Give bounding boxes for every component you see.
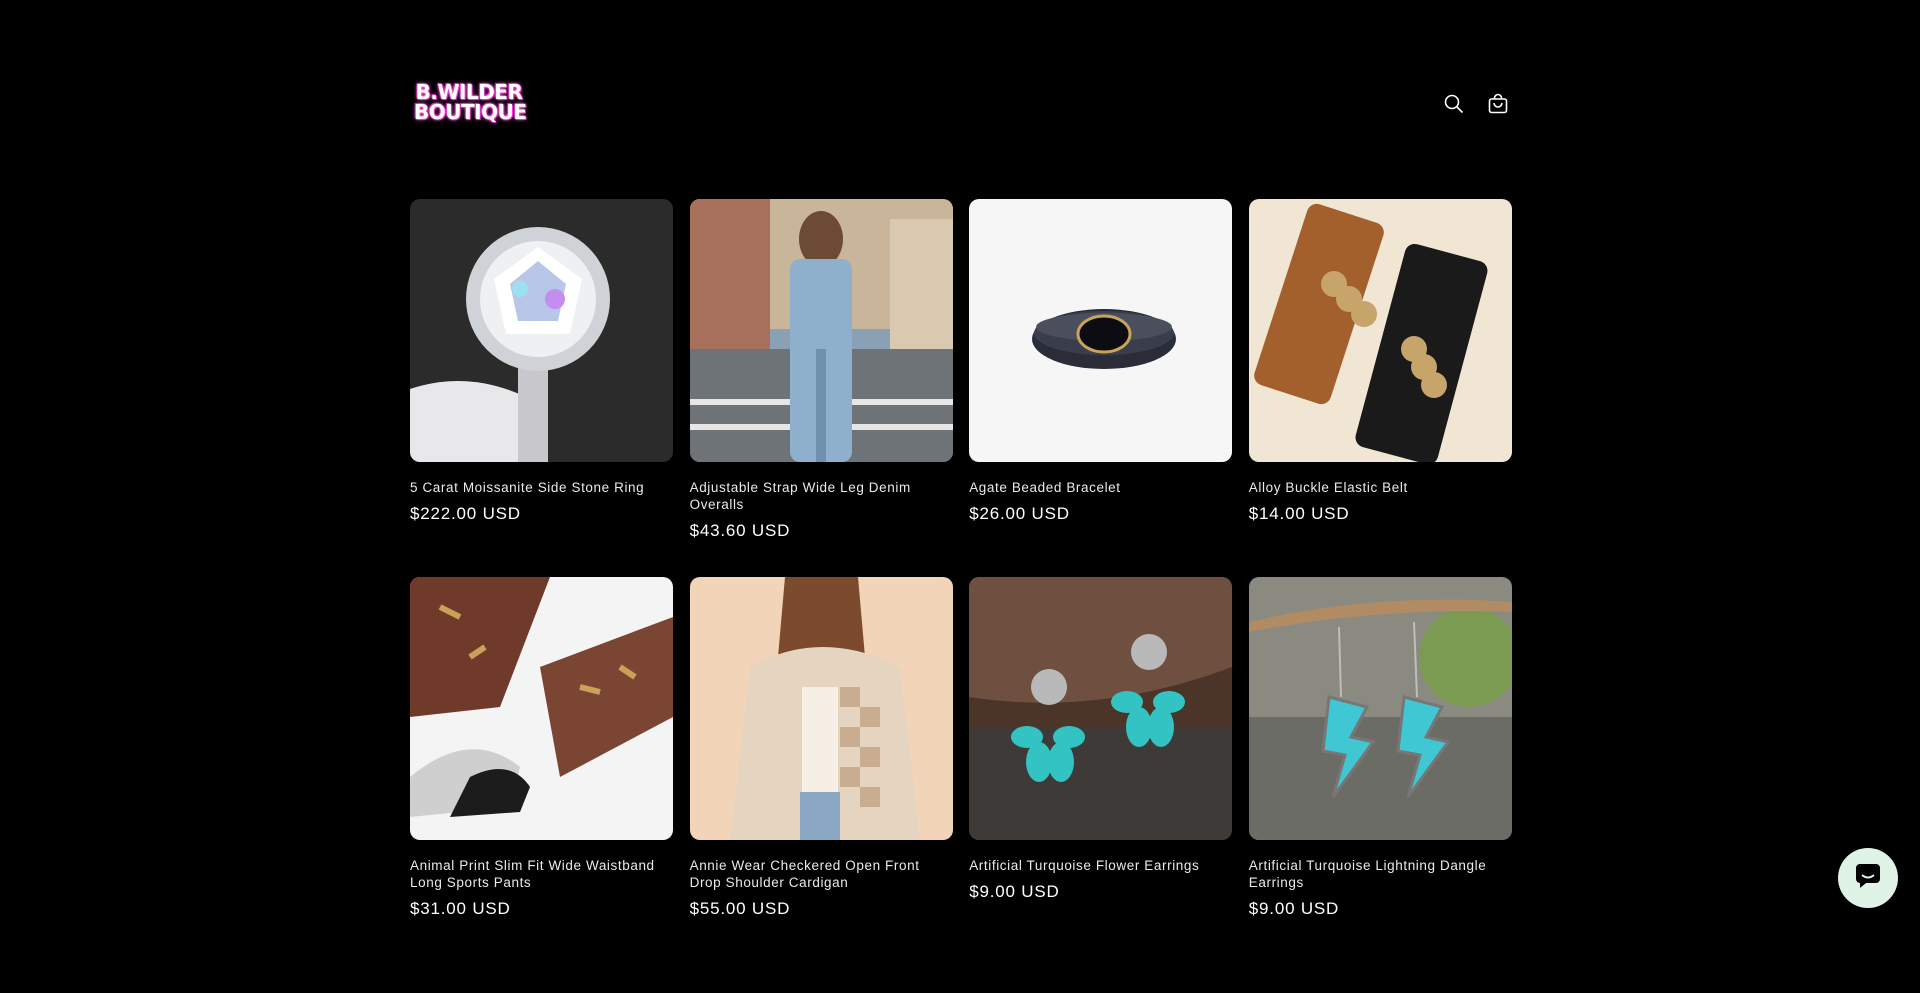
logo-line-1: B.WILDER bbox=[415, 80, 523, 104]
product-card[interactable]: Artificial Turquoise Flower Earrings $9.… bbox=[969, 577, 1233, 917]
product-card[interactable]: Agate Beaded Bracelet $26.00 USD bbox=[969, 199, 1233, 577]
product-image[interactable] bbox=[969, 577, 1233, 840]
product-price: $9.00 USD bbox=[969, 882, 1060, 901]
product-price: $222.00 USD bbox=[410, 504, 521, 523]
product-title[interactable]: Annie Wear Checkered Open Front Drop Sho… bbox=[690, 857, 953, 891]
next-row-hint bbox=[410, 980, 1511, 993]
product-price: $9.00 USD bbox=[1248, 899, 1340, 918]
product-card[interactable]: Annie Wear Checkered Open Front Drop Sho… bbox=[689, 577, 953, 918]
product-price: $31.00 USD bbox=[410, 899, 511, 918]
product-price: $43.60 USD bbox=[689, 521, 791, 540]
cart-icon[interactable] bbox=[1486, 92, 1510, 116]
product-price: $26.00 USD bbox=[969, 504, 1070, 523]
chat-button[interactable] bbox=[1838, 848, 1898, 908]
store-logo[interactable]: B.WILDER BOUTIQUE bbox=[414, 80, 527, 126]
product-image[interactable] bbox=[1248, 199, 1512, 462]
product-image[interactable] bbox=[1248, 577, 1512, 840]
product-title[interactable]: Animal Print Slim Fit Wide Waistband Lon… bbox=[410, 857, 673, 891]
product-title[interactable]: Artificial Turquoise Lightning Dangle Ea… bbox=[1249, 857, 1512, 891]
header-icons bbox=[1442, 92, 1510, 116]
product-image[interactable] bbox=[689, 199, 953, 462]
product-card[interactable]: Alloy Buckle Elastic Belt $14.00 USD bbox=[1248, 199, 1512, 577]
product-card[interactable]: Artificial Turquoise Lightning Dangle Ea… bbox=[1248, 577, 1512, 918]
product-image[interactable] bbox=[689, 577, 953, 840]
product-grid: 5 Carat Moissanite Side Stone Ring $222.… bbox=[410, 199, 1512, 918]
product-title[interactable]: Adjustable Strap Wide Leg Denim Overalls bbox=[690, 479, 953, 513]
product-card[interactable]: Adjustable Strap Wide Leg Denim Overalls… bbox=[689, 199, 953, 577]
product-title[interactable]: Agate Beaded Bracelet bbox=[969, 479, 1232, 496]
product-image[interactable] bbox=[969, 199, 1233, 462]
chat-icon bbox=[1852, 860, 1884, 897]
product-price: $55.00 USD bbox=[689, 899, 791, 918]
product-title[interactable]: Artificial Turquoise Flower Earrings bbox=[969, 857, 1232, 874]
product-card[interactable]: 5 Carat Moissanite Side Stone Ring $222.… bbox=[410, 199, 673, 577]
search-icon[interactable] bbox=[1442, 92, 1466, 116]
product-image[interactable] bbox=[410, 577, 673, 840]
logo-line-2: BOUTIQUE bbox=[414, 100, 527, 124]
product-card[interactable]: Animal Print Slim Fit Wide Waistband Lon… bbox=[410, 577, 673, 918]
product-title[interactable]: Alloy Buckle Elastic Belt bbox=[1249, 479, 1512, 496]
site-header: B.WILDER BOUTIQUE bbox=[410, 60, 1510, 148]
product-title[interactable]: 5 Carat Moissanite Side Stone Ring bbox=[410, 479, 673, 496]
product-price: $14.00 USD bbox=[1248, 504, 1350, 523]
product-image[interactable] bbox=[410, 199, 673, 462]
